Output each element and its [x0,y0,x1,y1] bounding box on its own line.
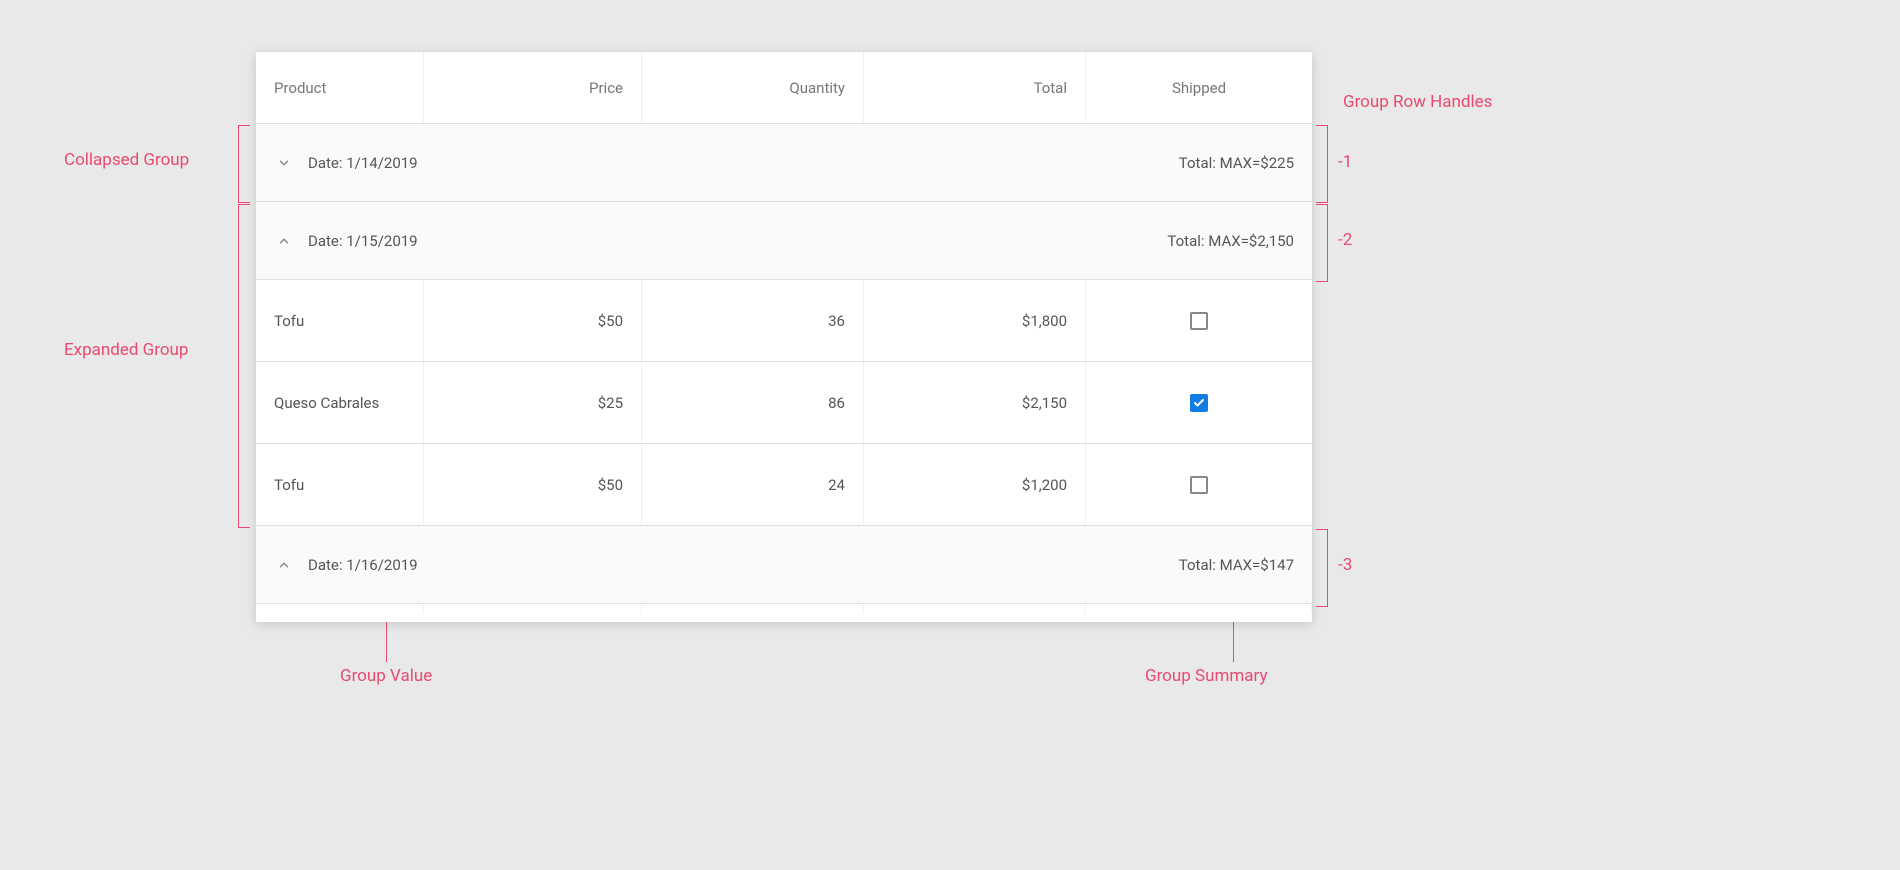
annotation-handle-2: -2 [1338,230,1352,250]
cell-quantity: 86 [642,362,864,443]
column-header-label: Total [1034,79,1068,97]
cell-quantity: 24 [642,444,864,525]
header-row: Product Price Quantity Total Shipped [256,52,1312,124]
group-summary: Total: MAX=$2,150 [1167,232,1294,250]
cell-shipped [1086,444,1312,525]
bracket-expanded-group [238,204,250,528]
bracket-collapsed-group [238,125,250,203]
column-header-product[interactable]: Product [256,52,424,123]
column-header-quantity[interactable]: Quantity [642,52,864,123]
cell-total: $1,200 [864,444,1086,525]
group-row[interactable]: Date: 1/16/2019 Total: MAX=$147 [256,526,1312,604]
group-summary: Total: MAX=$225 [1179,154,1294,172]
group-row[interactable]: Date: 1/15/2019 Total: MAX=$2,150 [256,202,1312,280]
column-header-label: Quantity [789,79,845,97]
annotation-group-row-handles: Group Row Handles [1343,92,1492,112]
column-header-price[interactable]: Price [424,52,642,123]
bracket-handle-2 [1316,204,1328,282]
group-label: Date: 1/14/2019 [308,154,418,172]
checkbox[interactable] [1190,312,1208,330]
annotation-handle-1: -1 [1338,152,1352,172]
data-grid: Product Price Quantity Total Shipped Dat… [256,52,1312,622]
table-row[interactable]: Tofu $50 36 $1,800 [256,280,1312,362]
partial-row [256,604,1312,614]
column-header-label: Product [274,79,326,97]
annotation-collapsed-group: Collapsed Group [64,150,189,170]
chevron-down-icon[interactable] [274,153,294,173]
cell-price: $25 [424,362,642,443]
cell-product: Queso Cabrales [256,362,424,443]
cell-total: $2,150 [864,362,1086,443]
group-label: Date: 1/16/2019 [308,556,418,574]
annotation-handle-3: -3 [1338,555,1352,575]
bracket-handle-3 [1316,529,1328,607]
group-summary: Total: MAX=$147 [1179,556,1294,574]
cell-price: $50 [424,444,642,525]
group-row[interactable]: Date: 1/14/2019 Total: MAX=$225 [256,124,1312,202]
cell-product: Tofu [256,444,424,525]
checkbox-checked[interactable] [1190,394,1208,412]
chevron-up-icon[interactable] [274,231,294,251]
group-label: Date: 1/15/2019 [308,232,418,250]
table-row[interactable]: Tofu $50 24 $1,200 [256,444,1312,526]
cell-price: $50 [424,280,642,361]
annotation-expanded-group: Expanded Group [64,340,188,360]
cell-shipped [1086,362,1312,443]
column-header-label: Shipped [1172,79,1226,97]
annotation-group-summary: Group Summary [1145,666,1268,686]
checkbox[interactable] [1190,476,1208,494]
column-header-total[interactable]: Total [864,52,1086,123]
annotation-group-value: Group Value [340,666,432,686]
chevron-up-icon[interactable] [274,555,294,575]
column-header-shipped[interactable]: Shipped [1086,52,1312,123]
bracket-handle-1 [1316,125,1328,203]
cell-total: $1,800 [864,280,1086,361]
table-row[interactable]: Queso Cabrales $25 86 $2,150 [256,362,1312,444]
cell-shipped [1086,280,1312,361]
cell-quantity: 36 [642,280,864,361]
column-header-label: Price [589,79,623,97]
cell-product: Tofu [256,280,424,361]
